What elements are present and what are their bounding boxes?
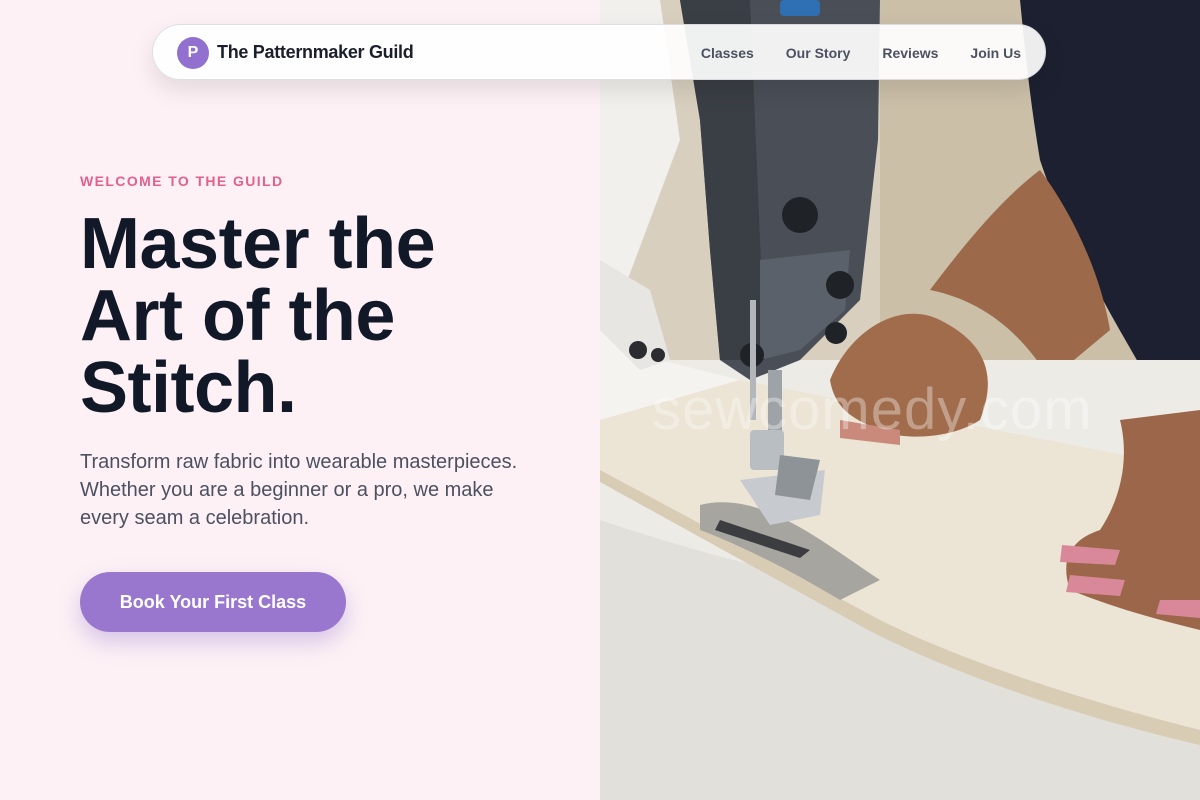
headline-line: Art of the <box>80 276 395 356</box>
description-line: Whether you are a beginner or a pro, we … <box>80 479 494 501</box>
nav-link-our-story[interactable]: Our Story <box>786 45 851 61</box>
nav-links: Classes Our Story Reviews Join Us <box>701 45 1021 61</box>
book-first-class-button[interactable]: Book Your First Class <box>80 572 346 632</box>
top-navbar: P The Patternmaker Guild Classes Our Sto… <box>152 24 1046 80</box>
headline-line: Master the <box>80 204 436 284</box>
nav-link-classes[interactable]: Classes <box>701 45 754 61</box>
nav-link-join-us[interactable]: Join Us <box>970 45 1021 61</box>
hero-text-panel: WELCOME TO THE GUILD Master the Art of t… <box>0 0 600 800</box>
photo-watermark: sewcomedy.com <box>652 377 1093 442</box>
description-line: Transform raw fabric into wearable maste… <box>80 451 518 473</box>
description-line: every seam a celebration. <box>80 507 310 529</box>
brand-name[interactable]: The Patternmaker Guild <box>217 42 414 63</box>
hero-headline: Master the Art of the Stitch. <box>80 208 560 424</box>
hero-eyebrow: WELCOME TO THE GUILD <box>80 173 284 189</box>
hero-description: Transform raw fabric into wearable maste… <box>80 448 530 532</box>
nav-link-reviews[interactable]: Reviews <box>882 45 938 61</box>
brand-logo[interactable]: P <box>177 37 209 69</box>
headline-line: Stitch. <box>80 348 297 428</box>
